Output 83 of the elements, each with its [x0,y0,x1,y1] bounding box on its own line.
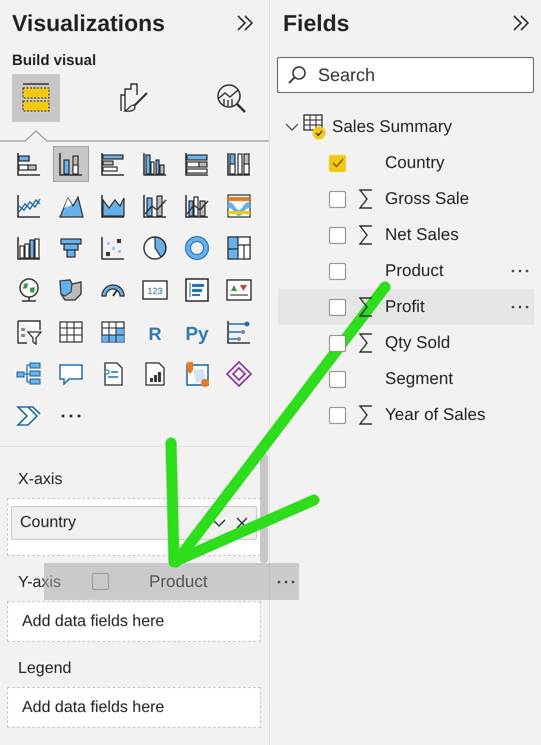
column-chart-icon [225,150,253,178]
field-name: Net Sales [385,225,460,245]
field-name: Country [385,153,446,173]
field-name: Segment [385,369,454,389]
field-name: Product [385,261,445,281]
bar-chart-icon [99,150,127,178]
map-pin-icon [183,360,211,388]
diamond-icon [225,360,253,388]
pane-title: Visualizations [12,10,165,36]
field-row[interactable]: Segment [278,361,534,397]
column-chart-icon [141,150,169,178]
influencers-icon [225,318,253,346]
checkbox[interactable] [329,262,346,280]
column-chart-icon [57,150,85,178]
fields-tab[interactable] [12,74,60,122]
chevron-down-icon[interactable] [212,518,226,528]
treemap-icon [225,234,253,262]
collapse-icon[interactable] [235,14,255,32]
field-row[interactable]: Gross Sale [278,181,534,217]
drop-well[interactable]: Add data fields here [7,687,261,728]
field-row[interactable]: Country [278,145,534,181]
ribbon-chart-icon [225,192,253,220]
field-name: Profit [385,297,426,317]
pane-title: Fields [283,10,350,36]
drop-well[interactable]: Add data fields here [7,601,261,642]
field-name: Gross Sale [385,189,470,209]
table-name[interactable]: Sales Summary [332,117,452,137]
field-row[interactable]: Year of Sales [278,397,534,433]
field-row[interactable]: Net Sales [278,217,534,253]
chip-label: Country [20,514,78,532]
checkbox[interactable] [329,154,346,172]
field-row[interactable]: Profit [278,289,534,325]
search-field[interactable]: Search [277,57,534,93]
donut-chart-icon [183,234,211,262]
list-card-icon [183,276,211,304]
sigma-icon [358,404,374,426]
more-icon [61,414,81,418]
checkbox[interactable] [329,406,346,424]
field-name: Year of Sales [385,405,486,425]
checkmark-icon [332,158,344,168]
bar-chart-icon [183,150,211,178]
line-chart-icon [15,192,43,220]
well-label: Y-axis [18,574,61,592]
well-placeholder: Add data fields here [22,612,164,630]
scatter-chart-icon [99,234,127,262]
close-icon[interactable] [236,517,248,529]
well-placeholder: Add data fields here [22,698,164,716]
visual-type-button[interactable]: 123 [137,272,173,308]
visual-type-button[interactable]: R [137,314,173,350]
area-chart-icon [99,192,127,220]
more-options-icon[interactable] [277,578,295,584]
more-options-icon[interactable] [511,304,529,310]
search-icon [287,65,307,85]
visual-letter: Py [185,324,209,345]
checkbox[interactable] [329,190,346,208]
checkbox[interactable] [329,334,346,352]
chevron-down-icon[interactable] [284,121,300,133]
field-row[interactable]: Product [278,253,534,289]
checkbox[interactable] [329,298,346,316]
bar-chart-icon [15,150,43,178]
visual-letter: R [148,324,162,344]
card-number: 123 [147,286,163,296]
checkbox[interactable] [329,226,346,244]
combo-chart-icon [183,192,211,220]
field-name: Qty Sold [385,333,452,353]
field-name: Product [149,572,209,592]
waterfall-chart-icon [15,234,43,262]
well-label: Legend [18,660,72,678]
combo-chart-icon [141,192,169,220]
visual-type-button[interactable]: Py [179,314,215,350]
field-row[interactable]: Qty Sold [278,325,534,361]
collapse-icon[interactable] [511,14,531,32]
more-options-icon[interactable] [511,268,529,274]
sigma-icon [358,224,374,246]
well-label: X-axis [18,471,62,489]
filter-icon [15,318,43,346]
sigma-icon [358,332,374,354]
pie-chart-icon [141,234,169,262]
sigma-icon [358,188,374,210]
visual-type-button[interactable] [53,146,89,182]
checkbox[interactable] [329,370,346,388]
sigma-icon [358,296,374,318]
section-heading: Build visual [12,52,98,69]
